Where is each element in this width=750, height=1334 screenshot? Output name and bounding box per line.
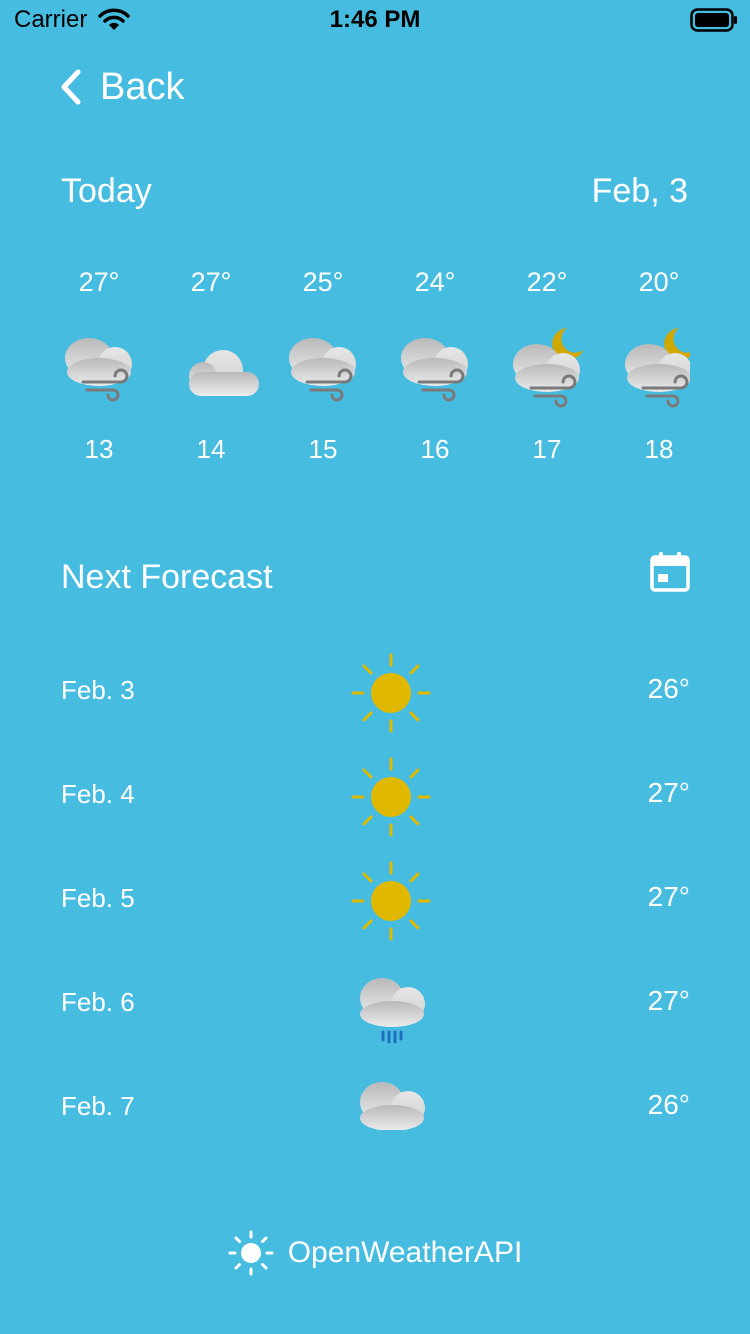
forecast-row: Feb. 5 27° [0,848,750,952]
hour-temp: 24° [414,267,456,297]
calendar-icon[interactable] [648,550,692,594]
hour-label: 17 [532,434,562,464]
hour-label: 15 [308,434,338,464]
forecast-date: Feb. 4 [61,779,135,809]
cloud-rain-icon [360,1082,425,1130]
hour-label: 16 [420,434,450,464]
back-button[interactable]: Back [58,62,184,112]
forecast-row: Feb. 7 26° [0,1056,750,1130]
forecast-temp: 27° [647,985,690,1016]
hour-label: 13 [84,434,114,464]
footer: OpenWeatherAPI [0,1228,750,1278]
hourly-item: 27° 14 [155,262,267,467]
moon-cloud-wind-icon [513,328,583,408]
sun-icon [351,757,431,837]
back-label: Back [100,65,185,108]
forecast-row: Feb. 3 26° [0,640,750,744]
hour-label: 14 [196,434,226,464]
next-forecast-title: Next Forecast [61,558,273,596]
hourly-item: 22° 17 [491,262,603,467]
sun-icon [351,861,431,941]
hourly-item: 20° 18 [603,262,690,467]
hourly-item: 24° 16 [379,262,491,467]
cloud-wind-icon [401,338,468,402]
forecast-temp: 26° [647,1089,690,1120]
forecast-temp: 27° [647,881,690,912]
forecast-date: Feb. 7 [61,1091,135,1121]
battery-icon [690,8,737,32]
forecast-date: Feb. 3 [61,675,135,705]
forecast-row: Feb. 6 27° [0,952,750,1056]
chevron-left-icon [61,69,81,105]
cloud-icon [189,350,259,396]
hour-temp: 22° [526,267,568,297]
today-date: Feb, 3 [591,172,688,210]
forecast-list[interactable]: Feb. 3 26° Feb. 4 27° Feb. 5 27° Feb. 6 … [0,640,750,1130]
forecast-row: Feb. 4 27° [0,744,750,848]
sun-outline-icon [228,1230,274,1276]
hour-temp: 27° [190,267,232,297]
status-time: 1:46 PM [329,6,421,33]
hour-temp: 27° [78,267,120,297]
forecast-date: Feb. 5 [61,883,135,913]
hourly-item: 25° 15 [267,262,379,467]
hour-temp: 20° [638,267,680,297]
hour-temp: 25° [302,267,344,297]
forecast-temp: 26° [647,673,690,704]
footer-label: OpenWeatherAPI [287,1236,523,1269]
hourly-forecast[interactable]: 27° 13 27° 14 25° 15 24° 16 22° 17 20° 1… [43,262,690,482]
cloud-wind-icon [65,338,132,402]
cloud-wind-icon [289,338,356,402]
status-bar: Carrier 1:46 PM [0,0,750,40]
today-title: Today [61,172,152,210]
cloud-rain-icon [360,978,425,1044]
sun-icon [351,653,431,733]
moon-cloud-wind-icon [625,328,690,408]
hourly-item: 27° 13 [43,262,155,467]
forecast-date: Feb. 6 [61,987,135,1017]
hour-label: 18 [644,434,674,464]
forecast-temp: 27° [647,777,690,808]
